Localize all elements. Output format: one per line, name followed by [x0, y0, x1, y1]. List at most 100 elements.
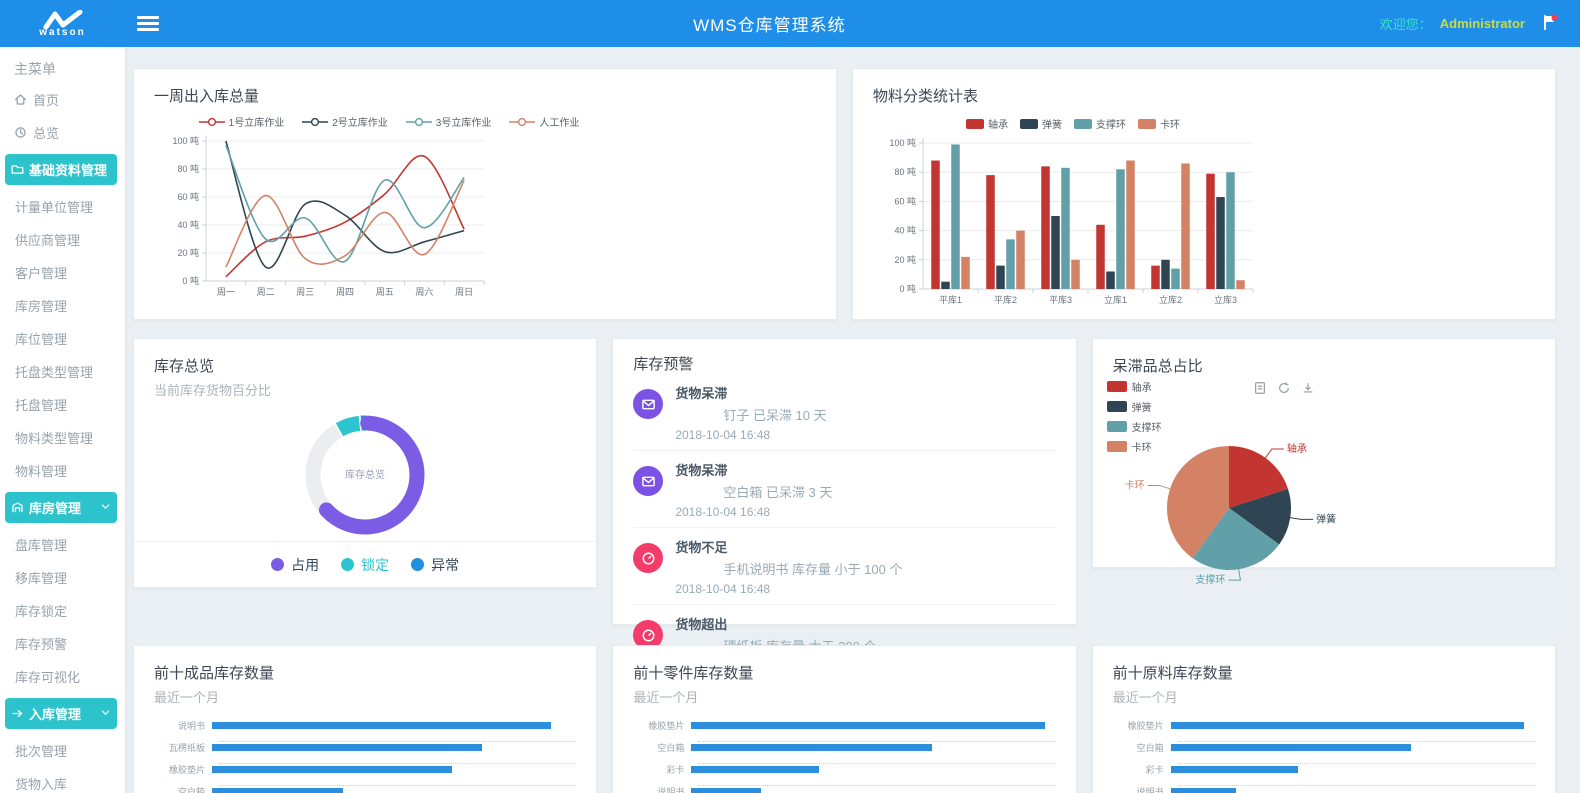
card-inventory-overview: 库存总览 当前库存货物百分比 库存总览 占用锁定异常	[133, 338, 597, 588]
envelope-icon	[633, 389, 663, 419]
svg-text:80 吨: 80 吨	[177, 163, 199, 174]
sidebar-subitem-7[interactable]: 库位管理	[0, 322, 125, 355]
alert-item-2[interactable]: 货物不足手机说明书 库存量 小于 100 个2018-10-04 16:48	[633, 528, 1055, 605]
hbar-bar[interactable]	[1171, 744, 1411, 751]
sidebar-subitem-16[interactable]: 库存预警	[0, 627, 125, 660]
hbar-bar[interactable]	[691, 766, 819, 773]
legend-item-1号立库作业[interactable]: 1号立库作业	[199, 114, 285, 129]
material-category-bar-chart: 0 吨20 吨40 吨60 吨80 吨100 吨平库1平库2平库3立库1立库2立…	[873, 131, 1535, 326]
hbar-bar[interactable]	[1171, 722, 1524, 729]
card-inventory-alerts: 库存预警 货物呆滞钉子 已呆滞 10 天2018-10-04 16:48货物呆滞…	[612, 338, 1076, 625]
legend-item-轴承[interactable]: 轴承	[1107, 379, 1162, 394]
hbar-bar[interactable]	[691, 788, 760, 793]
sidebar-subitem-6[interactable]: 库房管理	[0, 289, 125, 322]
hbar-bar[interactable]	[1171, 788, 1237, 793]
user-menu[interactable]: 欢迎您： Administrator	[1380, 14, 1558, 34]
welcome-label: 欢迎您：	[1380, 14, 1432, 33]
hbar-row-2: 彩卡	[633, 764, 1055, 775]
sidebar-item-label: 首页	[33, 90, 59, 109]
legend-item-支撑环[interactable]: 支撑环	[1074, 116, 1126, 131]
svg-text:80 吨: 80 吨	[894, 166, 916, 177]
hbar-bar[interactable]	[212, 788, 343, 793]
sidebar-subitem-8[interactable]: 托盘类型管理	[0, 355, 125, 388]
stagnant-pie-legend: 轴承弹簧支撑环卡环	[1107, 379, 1162, 454]
hbar-bar[interactable]	[212, 744, 482, 751]
top-finished-hbar-chart: 说明书瓦楞纸板橡胶垫片空白箱	[154, 720, 576, 793]
alert-description: 手机说明书 库存量 小于 100 个	[675, 559, 902, 578]
sidebar-subitem-11[interactable]: 物料管理	[0, 454, 125, 487]
svg-text:周日: 周日	[455, 287, 473, 297]
legend-item-2号立库作业[interactable]: 2号立库作业	[302, 114, 388, 129]
sidebar-subitem-3[interactable]: 计量单位管理	[0, 190, 125, 223]
sidebar-subitem-17[interactable]: 库存可视化	[0, 660, 125, 693]
sidebar-item-0[interactable]: 首页	[0, 83, 125, 116]
sidebar-subitem-20[interactable]: 货物入库	[0, 767, 125, 793]
sidebar-subitem-9[interactable]: 托盘管理	[0, 388, 125, 421]
sidebar-subitem-19[interactable]: 批次管理	[0, 734, 125, 767]
card-top-raw-subtitle: 最近一个月	[1113, 687, 1535, 706]
hbar-row-2: 橡胶垫片	[154, 764, 576, 775]
hbar-bar[interactable]	[212, 766, 452, 773]
sidebar-subitem-label: 客户管理	[15, 263, 67, 282]
alert-description: 钉子 已呆滞 10 天	[675, 405, 826, 424]
legend-item-支撑环[interactable]: 支撑环	[1107, 419, 1162, 434]
legend-item-占用[interactable]: 占用	[271, 555, 319, 575]
svg-text:卡环: 卡环	[1124, 478, 1144, 491]
gauge-icon	[633, 543, 663, 573]
dashboard-main: 一周出入库总量 1号立库作业2号立库作业3号立库作业人工作业 0 吨20 吨40…	[125, 47, 1580, 793]
svg-text:60 吨: 60 吨	[177, 191, 199, 202]
hbar-bar[interactable]	[691, 744, 931, 751]
sidebar-subitem-15[interactable]: 库存锁定	[0, 594, 125, 627]
sidebar-group-18[interactable]: 入库管理	[5, 698, 117, 729]
legend-item-轴承[interactable]: 轴承	[966, 116, 1008, 131]
material-category-legend: 轴承弹簧支撑环卡环	[873, 116, 1273, 131]
alert-item-1[interactable]: 货物呆滞空白箱 已呆滞 3 天2018-10-04 16:48	[633, 451, 1055, 528]
alert-timestamp: 2018-10-04 16:48	[675, 505, 832, 519]
sidebar-subitem-4[interactable]: 供应商管理	[0, 223, 125, 256]
hbar-label: 橡胶垫片	[633, 719, 691, 732]
top-raw-hbar-chart: 橡胶垫片空白箱彩卡说明书	[1113, 720, 1535, 793]
card-top-finished-title: 前十成品库存数量	[154, 662, 576, 683]
hbar-bar[interactable]	[1171, 766, 1299, 773]
svg-text:100 吨: 100 吨	[889, 137, 916, 148]
legend-item-卡环[interactable]: 卡环	[1138, 116, 1180, 131]
legend-item-锁定[interactable]: 锁定	[341, 555, 389, 575]
alert-item-0[interactable]: 货物呆滞钉子 已呆滞 10 天2018-10-04 16:48	[633, 374, 1055, 451]
alert-title: 货物超出	[675, 614, 876, 633]
sidebar-item-1[interactable]: 总览	[0, 116, 125, 149]
notification-flag-icon[interactable]	[1541, 14, 1558, 34]
legend-item-异常[interactable]: 异常	[411, 555, 459, 575]
svg-text:库存总览: 库存总览	[345, 468, 385, 481]
sidebar-group-12[interactable]: 库房管理	[5, 492, 117, 523]
weekly-io-line-chart: 0 吨20 吨40 吨60 吨80 吨100 吨周一周二周三周四周五周六周日	[154, 129, 816, 316]
card-top-parts: 前十零件库存数量 最近一个月 橡胶垫片空白箱彩卡说明书	[612, 645, 1076, 793]
sidebar-subitem-13[interactable]: 盘库管理	[0, 528, 125, 561]
sidebar-subitem-label: 批次管理	[15, 741, 67, 760]
sidebar-subitem-5[interactable]: 客户管理	[0, 256, 125, 289]
legend-item-3号立库作业[interactable]: 3号立库作业	[406, 114, 492, 129]
hbar-gridline	[219, 753, 576, 764]
hbar-bar[interactable]	[691, 722, 1044, 729]
legend-item-弹簧[interactable]: 弹簧	[1020, 116, 1062, 131]
svg-text:周一: 周一	[217, 287, 235, 297]
alert-title: 货物不足	[675, 537, 902, 556]
page-title: WMS仓库管理系统	[159, 11, 1380, 36]
data-view-icon[interactable]	[1253, 381, 1267, 400]
menu-toggle-button[interactable]	[137, 13, 159, 34]
sidebar-subitem-14[interactable]: 移库管理	[0, 561, 125, 594]
legend-item-卡环[interactable]: 卡环	[1107, 439, 1162, 454]
sidebar-group-2[interactable]: 基础资料管理	[5, 154, 117, 185]
refresh-icon[interactable]	[1277, 381, 1291, 400]
legend-item-弹簧[interactable]: 弹簧	[1107, 399, 1162, 414]
svg-text:40 吨: 40 吨	[177, 219, 199, 230]
legend-item-人工作业[interactable]: 人工作业	[509, 114, 579, 129]
alert-title: 货物呆滞	[675, 460, 832, 479]
svg-text:支撑环: 支撑环	[1195, 573, 1225, 586]
hbar-bar[interactable]	[212, 722, 551, 729]
svg-text:60 吨: 60 吨	[894, 195, 916, 206]
alert-list: 货物呆滞钉子 已呆滞 10 天2018-10-04 16:48货物呆滞空白箱 已…	[633, 374, 1055, 681]
sidebar-subitem-10[interactable]: 物料类型管理	[0, 421, 125, 454]
sidebar-item-label: 总览	[33, 123, 59, 142]
brand-logo[interactable]: watson	[0, 0, 125, 47]
download-icon[interactable]	[1301, 381, 1315, 400]
